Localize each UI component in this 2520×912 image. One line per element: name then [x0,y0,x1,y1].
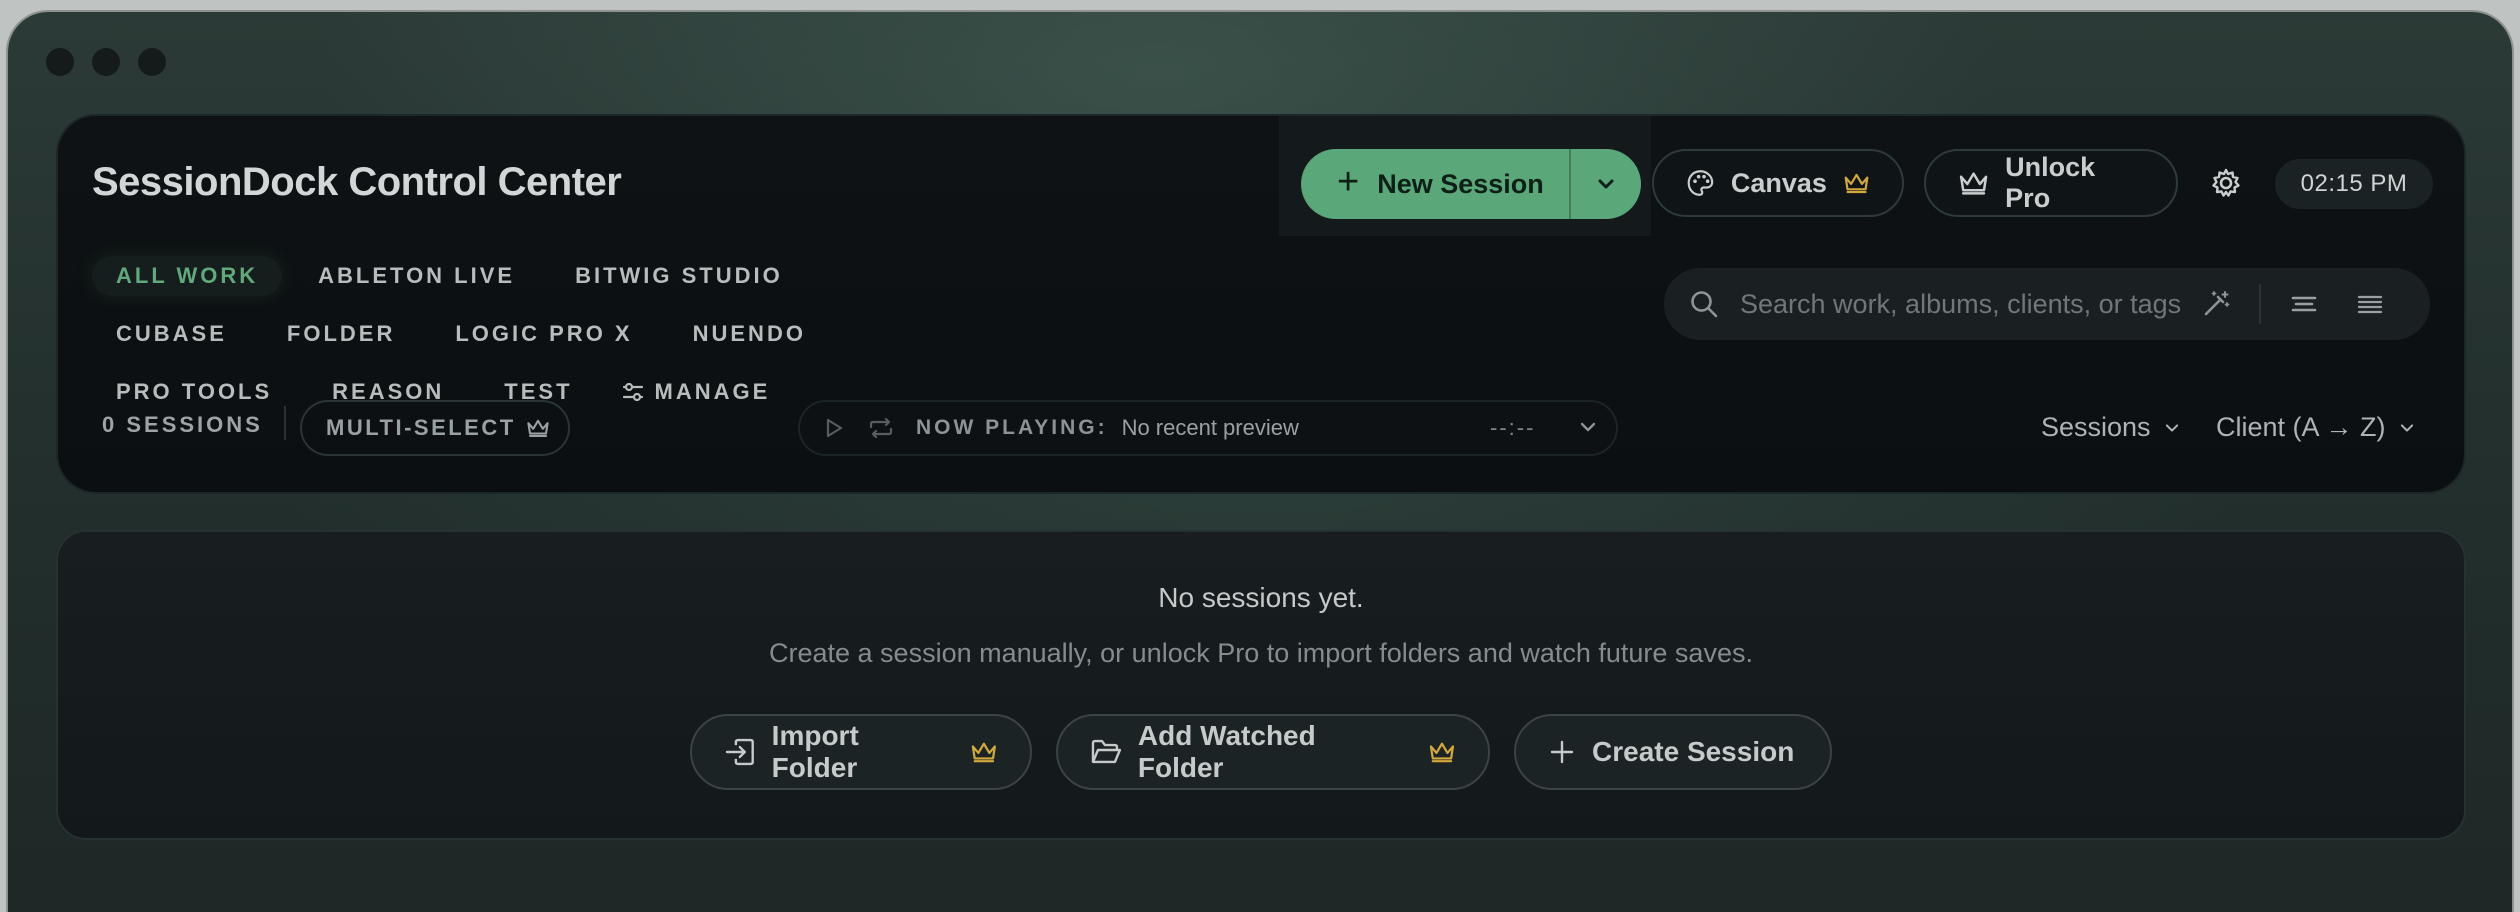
crown-icon [1959,172,1988,195]
add-watched-folder-label: Add Watched Folder [1137,720,1316,783]
search-divider [2259,284,2261,324]
sort-by-dropdown[interactable]: Client (A → Z) [2216,412,2416,443]
tab-logic-pro-x[interactable]: LOGIC PRO X [431,314,656,354]
chevron-down-icon [2400,423,2413,432]
crown-icon [972,742,997,763]
tab-bitwig-studio[interactable]: BITWIG STUDIO [551,256,807,296]
status-divider [284,406,286,440]
now-playing-text: No recent preview [1121,415,1299,440]
canvas-button[interactable]: Canvas [1652,149,1904,217]
new-session-split-button: + New Session [1301,149,1641,219]
close-window-button[interactable] [46,48,74,76]
magic-wand-icon[interactable] [2201,289,2231,319]
repeat-icon[interactable] [868,417,894,439]
import-icon [725,738,754,766]
tab-ableton-live[interactable]: ABLETON LIVE [294,256,539,296]
minimize-window-button[interactable] [92,48,120,76]
group-by-value: Sessions [2041,412,2151,442]
manage-label: MANAGE [654,379,771,404]
play-icon[interactable] [824,417,844,439]
tab-folder[interactable]: FOLDER [263,314,419,354]
new-session-menu-button[interactable] [1571,177,1641,191]
now-playing-bar: NOW PLAYING: No recent preview --:-- [798,400,1618,456]
control-header: SessionDock Control Center + New Session… [56,114,2466,494]
zoom-window-button[interactable] [138,48,166,76]
plus-icon: + [1337,161,1360,203]
tab-all-work[interactable]: ALL WORK [92,256,283,296]
multi-select-button[interactable]: MULTI-SELECT [300,400,570,456]
search-bar [1664,268,2430,340]
sort-by-value: Client (A → Z) [2216,412,2386,442]
list-view-icon[interactable] [2291,294,2317,314]
chevron-down-icon [2165,423,2178,432]
empty-state-subtitle: Create a session manually, or unlock Pro… [769,638,1753,668]
crown-icon [527,419,549,438]
plus-icon [1550,740,1574,764]
create-session-label: Create Session [1592,736,1795,767]
multi-select-label: MULTI-SELECT [326,415,516,440]
search-icon [1691,291,1718,318]
crown-icon [1844,173,1869,194]
unlock-pro-button[interactable]: Unlock Pro [1924,149,2178,217]
import-folder-label: Import Folder [771,720,859,783]
tab-nuendo[interactable]: NUENDO [669,314,830,354]
gear-icon[interactable] [2209,166,2243,200]
search-input[interactable] [1738,287,2183,321]
daw-filter-tabs: ALL WORK ABLETON LIVE BITWIG STUDIO CUBA… [92,256,972,412]
import-folder-button[interactable]: Import Folder [690,714,1032,790]
crown-icon [1429,742,1455,763]
palette-icon [1687,170,1714,196]
canvas-label: Canvas [1730,167,1827,198]
add-watched-folder-button[interactable]: Add Watched Folder [1056,714,1490,790]
now-playing-time: --:-- [1490,415,1536,440]
new-session-button[interactable]: + New Session [1301,149,1569,219]
page-title: SessionDock Control Center [92,160,622,204]
unlock-pro-label: Unlock Pro [2005,152,2096,213]
chevron-down-icon[interactable] [1578,420,1598,434]
empty-state-title: No sessions yet. [1158,582,1364,613]
window-controls [46,48,166,76]
tab-pro-tools[interactable]: PRO TOOLS [92,372,296,412]
folder-open-icon [1091,739,1122,764]
tab-cubase[interactable]: CUBASE [92,314,251,354]
create-session-button[interactable]: Create Session [1514,714,1832,790]
group-by-dropdown[interactable]: Sessions [2041,412,2181,443]
sessions-count: 0 SESSIONS [102,412,263,437]
manage-tabs-button[interactable]: MANAGE [609,372,795,412]
empty-state-panel: No sessions yet. Create a session manual… [56,530,2466,840]
clock-display: 02:15 PM [2275,159,2433,209]
compact-list-icon[interactable] [2357,294,2383,314]
new-session-label: New Session [1377,168,1544,199]
sliders-icon [622,382,643,402]
now-playing-label: NOW PLAYING: [916,416,1108,439]
chevron-down-icon [1598,179,1614,189]
